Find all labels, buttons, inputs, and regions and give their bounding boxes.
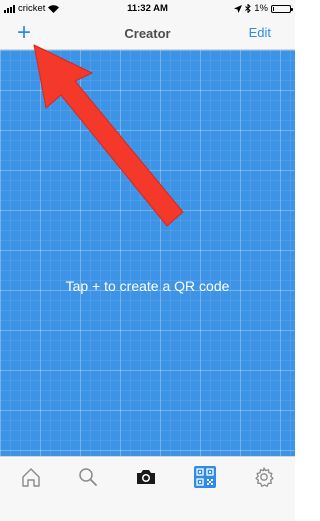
search-icon bbox=[79, 468, 97, 486]
tab-bar bbox=[0, 456, 295, 521]
annotation-arrow-icon bbox=[33, 44, 184, 227]
tab-creator[interactable] bbox=[192, 464, 218, 490]
gear-icon bbox=[255, 467, 274, 487]
qr-code-icon bbox=[194, 466, 216, 488]
home-icon bbox=[22, 468, 40, 487]
app-screen: cricket 11:32 AM 1% + Creator Edit Tap +… bbox=[0, 0, 295, 521]
camera-icon bbox=[137, 470, 155, 484]
tab-search[interactable] bbox=[75, 464, 101, 490]
tab-settings[interactable] bbox=[251, 464, 277, 490]
tab-camera[interactable] bbox=[133, 464, 159, 490]
tab-home[interactable] bbox=[18, 464, 44, 490]
